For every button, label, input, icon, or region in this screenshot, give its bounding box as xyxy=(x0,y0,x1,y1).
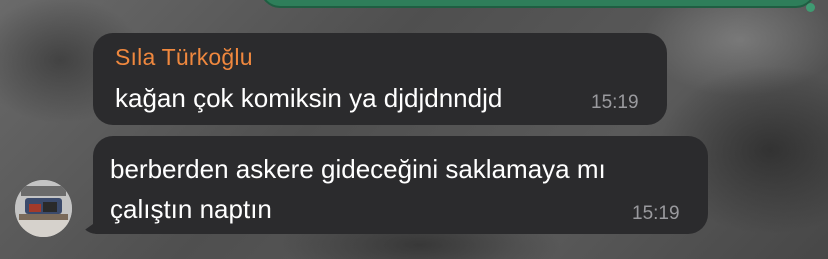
avatar-photo-icon xyxy=(15,180,72,237)
sender-name[interactable]: Sıla Türkoğlu xyxy=(115,44,253,71)
message-text: berberden askere gideceğini saklamaya mı… xyxy=(110,154,606,224)
message-timestamp: 15:19 xyxy=(632,203,680,224)
sender-avatar[interactable] xyxy=(15,180,72,237)
previous-sent-message-bubble[interactable] xyxy=(262,0,814,6)
message-status-dot xyxy=(806,3,815,12)
message-text: kağan çok komiksin ya djdjdnndjd xyxy=(115,83,503,113)
message-timestamp: 15:19 xyxy=(591,92,639,113)
message-bubble[interactable]: Sıla Türkoğlu kağan çok komiksin ya djdj… xyxy=(93,33,667,125)
message-bubble[interactable]: berberden askere gideceğini saklamaya mı… xyxy=(93,136,708,234)
